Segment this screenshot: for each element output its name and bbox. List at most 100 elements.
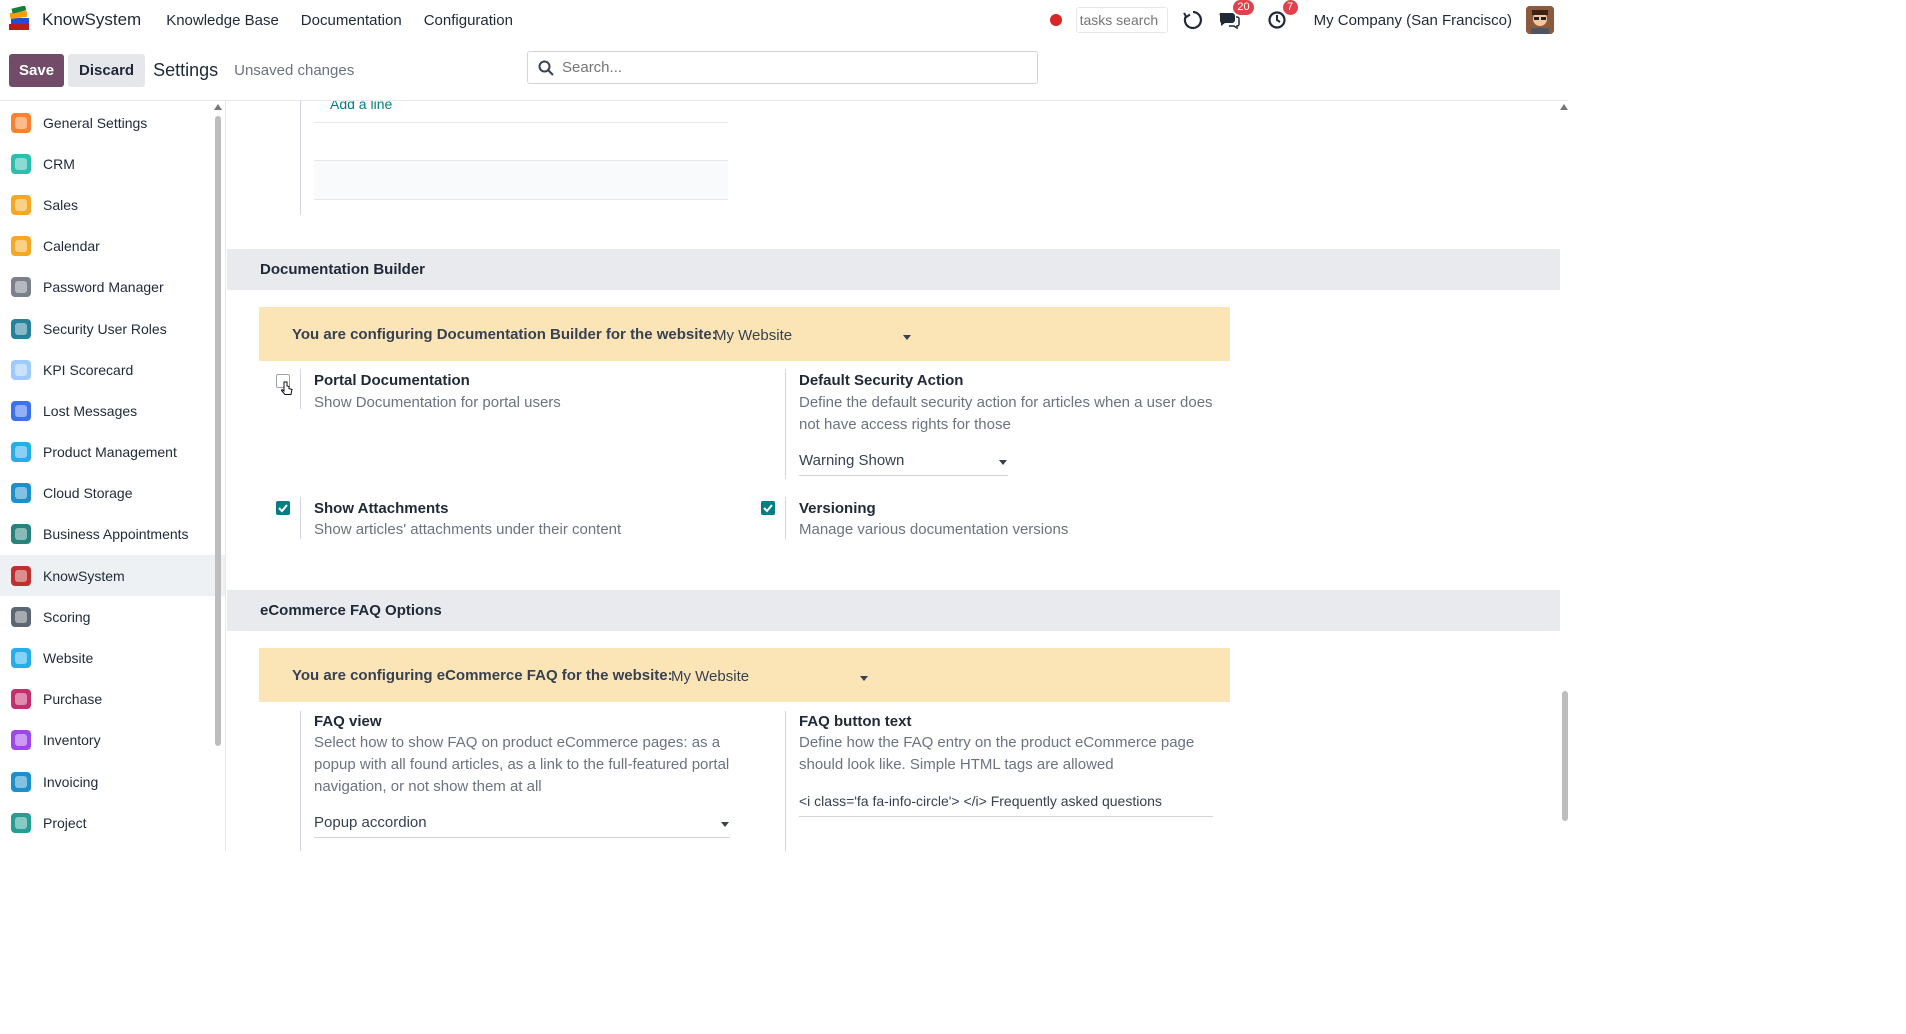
sidebar-item-invoicing[interactable]: Invoicing [0, 761, 225, 802]
website-bar-label: You are configuring Documentation Builde… [292, 325, 717, 343]
sidebar-list: General Settings CRM Sales Calendar Password… [0, 101, 225, 843]
faq-view-select[interactable]: Popup accordion [314, 814, 730, 838]
faq-view-desc-1: Select how to show FAQ on product eComme… [314, 734, 721, 751]
top-navbar: KnowSystem Knowledge Base Documentation … [0, 0, 1568, 40]
business-appointments-icon [9, 522, 33, 546]
divider [785, 711, 786, 851]
doc-builder-website-bar: You are configuring Documentation Builde… [259, 307, 1230, 361]
add-a-line-link[interactable]: Add a line [330, 101, 392, 112]
sidebar-item-website[interactable]: Website [0, 637, 225, 678]
sidebar-scroll-up[interactable] [214, 104, 222, 110]
product-management-icon [9, 440, 33, 464]
sidebar-item-knowsystem[interactable]: KnowSystem [0, 555, 225, 597]
divider [300, 711, 301, 851]
messages-icon[interactable]: 20 [1216, 0, 1254, 33]
invoicing-icon [9, 770, 33, 794]
website-bar-label: You are configuring eCommerce FAQ for th… [292, 666, 673, 684]
section-title: eCommerce FAQ Options [260, 602, 442, 619]
sidebar-item-label: Lost Messages [43, 402, 138, 419]
sidebar-item-sales[interactable]: Sales [0, 184, 225, 225]
sidebar-item-kpi-scorecard[interactable]: KPI Scorecard [0, 349, 225, 390]
search-icon [538, 60, 554, 76]
activities-clock-icon[interactable]: 7 [1264, 0, 1298, 33]
sidebar-item-password-manager[interactable]: Password Manager [0, 267, 225, 308]
sidebar-item-project[interactable]: Project [0, 802, 225, 843]
tasks-search-input[interactable] [1075, 7, 1168, 33]
refresh-icon[interactable] [1180, 7, 1206, 33]
sidebar-item-cloud-storage[interactable]: Cloud Storage [0, 473, 225, 514]
divider [314, 199, 728, 200]
content-scrollbar[interactable] [1562, 691, 1568, 821]
chevron-down-icon [999, 460, 1007, 465]
ecommerce-faq-website-select[interactable]: My Website [671, 668, 749, 685]
discard-button[interactable]: Discard [68, 53, 146, 87]
empty-row [314, 161, 728, 199]
company-switcher[interactable]: My Company (San Francisco) [1314, 12, 1512, 29]
scoring-icon [9, 605, 33, 629]
faq-view-value: Popup accordion [314, 814, 427, 831]
user-avatar[interactable] [1526, 6, 1554, 34]
settings-search-box[interactable] [527, 51, 1038, 84]
main-menu: Knowledge Base Documentation Configurati… [155, 12, 524, 29]
website-icon [9, 646, 33, 670]
menu-knowledge-base[interactable]: Knowledge Base [155, 12, 290, 29]
divider [785, 369, 786, 479]
section-ecommerce-faq: eCommerce FAQ Options [227, 590, 1560, 631]
sidebar-item-label: Business Appointments [43, 526, 189, 543]
divider [300, 101, 301, 215]
default-security-value: Warning Shown [799, 452, 905, 469]
default-security-select[interactable]: Warning Shown [799, 452, 1008, 476]
sidebar-item-calendar[interactable]: Calendar [0, 226, 225, 267]
menu-documentation[interactable]: Documentation [290, 12, 413, 29]
faq-button-text-input[interactable]: <i class='fa fa-info-circle'> </i> Frequ… [799, 793, 1213, 817]
section-documentation-builder: Documentation Builder [227, 249, 1560, 290]
security-user-roles-icon [9, 317, 33, 341]
content-scroll-up[interactable] [1560, 104, 1568, 110]
save-button[interactable]: Save [9, 53, 65, 87]
sidebar-item-business-appointments[interactable]: Business Appointments [0, 514, 225, 555]
divider [300, 369, 301, 409]
faq-button-desc-1: Define how the FAQ entry on the product … [799, 734, 1195, 751]
faq-button-desc-2: should look like. Simple HTML tags are a… [799, 756, 1114, 773]
activities-badge: 7 [1282, 0, 1298, 15]
sidebar-item-inventory[interactable]: Inventory [0, 720, 225, 761]
menu-configuration[interactable]: Configuration [413, 12, 524, 29]
sidebar-item-product-management[interactable]: Product Management [0, 432, 225, 473]
sidebar-item-crm[interactable]: CRM [0, 143, 225, 184]
section-title: Documentation Builder [260, 261, 426, 278]
sales-icon [9, 193, 33, 217]
sidebar-item-label: General Settings [43, 114, 148, 131]
password-manager-icon [9, 275, 33, 299]
lost-messages-icon [9, 399, 33, 423]
sidebar-item-purchase[interactable]: Purchase [0, 679, 225, 720]
sidebar-item-general-settings[interactable]: General Settings [0, 102, 225, 143]
chevron-down-icon[interactable] [903, 335, 911, 340]
faq-view-desc-2: popup with all found articles, as a link… [314, 756, 730, 773]
doc-builder-website-select[interactable]: My Website [714, 327, 792, 344]
chevron-down-icon[interactable] [860, 676, 868, 681]
default-security-desc-1: Define the default security action for a… [799, 394, 1213, 411]
ecommerce-faq-website-bar: You are configuring eCommerce FAQ for th… [259, 648, 1230, 702]
sidebar-scrollbar[interactable] [215, 116, 221, 746]
sidebar-item-label: KnowSystem [43, 567, 125, 584]
knowsystem-logo-icon [6, 5, 34, 34]
settings-content: Add a line Documentation Builder You are… [227, 101, 1568, 851]
sidebar-item-label: Cloud Storage [43, 485, 133, 502]
show-attachments-checkbox[interactable] [276, 501, 290, 515]
versioning-checkbox[interactable] [761, 501, 775, 515]
sidebar-item-label: Password Manager [43, 279, 164, 296]
settings-search-input[interactable] [562, 59, 1002, 76]
sidebar-item-lost-messages[interactable]: Lost Messages [0, 390, 225, 431]
faq-view-title: FAQ view [314, 713, 382, 730]
chevron-down-icon [721, 822, 729, 827]
brand[interactable]: KnowSystem [6, 5, 141, 34]
sidebar-item-label: Scoring [43, 608, 91, 625]
record-indicator-icon[interactable] [1049, 14, 1062, 26]
sidebar-item-security-user-roles[interactable]: Security User Roles [0, 308, 225, 349]
control-panel: Save Discard Settings Unsaved changes [0, 40, 1568, 101]
faq-button-value: <i class='fa fa-info-circle'> </i> Frequ… [799, 793, 1162, 809]
general-settings-icon [9, 111, 33, 135]
sidebar-item-scoring[interactable]: Scoring [0, 596, 225, 637]
divider [300, 497, 301, 539]
sidebar-item-label: Security User Roles [43, 320, 167, 337]
